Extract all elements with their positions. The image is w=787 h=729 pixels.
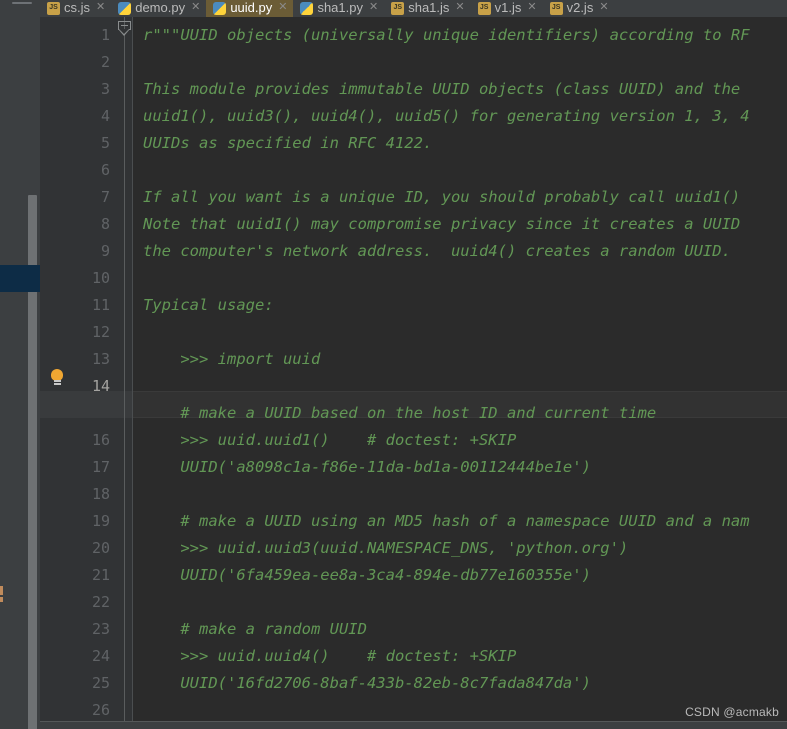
- code-line[interactable]: >>> uuid.uuid1() # doctest: +SKIP: [133, 427, 787, 454]
- code-line[interactable]: [133, 265, 787, 292]
- editor-tab-label: v2.js: [566, 0, 594, 15]
- tab-bar-left-gutter: [0, 0, 40, 17]
- code-line[interactable]: r"""UUID objects (universally unique ide…: [133, 22, 787, 49]
- code-line[interactable]: UUID('6fa459ea-ee8a-3ca4-894e-db77e16035…: [133, 562, 787, 589]
- code-line[interactable]: >>> uuid.uuid3(uuid.NAMESPACE_DNS, 'pyth…: [133, 535, 787, 562]
- javascript-file-icon: [47, 1, 60, 15]
- code-line[interactable]: UUIDs as specified in RFC 4122.: [133, 130, 787, 157]
- editor-tab-label: uuid.py: [230, 0, 273, 15]
- line-number[interactable]: 22: [40, 589, 132, 616]
- editor-tab-bar: cs.js✕demo.py✕uuid.py✕sha1.py✕sha1.js✕v1…: [0, 0, 787, 17]
- line-number[interactable]: 18: [40, 481, 132, 508]
- code-line[interactable]: [133, 373, 787, 400]
- line-number[interactable]: 5: [40, 130, 132, 157]
- line-number[interactable]: 26: [40, 697, 132, 722]
- line-number[interactable]: 20: [40, 535, 132, 562]
- line-number[interactable]: 23: [40, 616, 132, 643]
- code-text-area[interactable]: r"""UUID objects (universally unique ide…: [133, 17, 787, 722]
- editor-tab-sha1-js[interactable]: sha1.js ✕: [384, 0, 471, 17]
- close-icon[interactable]: ✕: [599, 1, 608, 14]
- editor-tab-label: v1.js: [494, 0, 522, 15]
- python-file-icon: [300, 2, 314, 15]
- ide-window: cs.js✕demo.py✕uuid.py✕sha1.py✕sha1.js✕v1…: [0, 0, 787, 729]
- editor-tab-label: demo.py: [135, 0, 186, 15]
- line-number[interactable]: 16: [40, 427, 132, 454]
- left-panel-change-marker: [0, 586, 3, 595]
- code-line[interactable]: Note that uuid1() may compromise privacy…: [133, 211, 787, 238]
- line-number[interactable]: 24: [40, 643, 132, 670]
- code-line[interactable]: # make a UUID using an MD5 hash of a nam…: [133, 508, 787, 535]
- javascript-file-icon: [549, 1, 563, 15]
- collapse-fold-icon[interactable]: [118, 21, 131, 36]
- lightbulb-icon[interactable]: [50, 369, 64, 386]
- line-number[interactable]: 25: [40, 670, 132, 697]
- line-number[interactable]: 3: [40, 76, 132, 103]
- line-number[interactable]: 9: [40, 238, 132, 265]
- close-icon[interactable]: ✕: [96, 1, 105, 14]
- editor-tab-label: cs.js: [64, 0, 90, 15]
- editor-tab-v2-js[interactable]: v2.js ✕: [542, 0, 615, 17]
- editor-tab-demo-py[interactable]: demo.py ✕: [111, 0, 207, 17]
- code-line[interactable]: [133, 481, 787, 508]
- close-icon[interactable]: ✕: [527, 1, 536, 14]
- editor-tab-uuid-py[interactable]: uuid.py ✕: [206, 0, 294, 17]
- code-line[interactable]: # make a UUID based on the host ID and c…: [133, 400, 787, 427]
- editor-tab-label: sha1.py: [317, 0, 363, 15]
- close-icon[interactable]: ✕: [455, 1, 464, 14]
- editor-tab-v1-js[interactable]: v1.js ✕: [470, 0, 543, 17]
- line-number[interactable]: 17: [40, 454, 132, 481]
- status-bar: [40, 722, 787, 729]
- editor-tab-cs-js[interactable]: cs.js ✕: [40, 0, 112, 17]
- watermark-label: CSDN @acmakb: [685, 705, 779, 719]
- code-line[interactable]: the computer's network address. uuid4() …: [133, 238, 787, 265]
- left-panel-change-marker: [0, 597, 3, 602]
- code-line[interactable]: UUID('a8098c1a-f86e-11da-bd1a-00112444be…: [133, 454, 787, 481]
- python-file-icon: [118, 2, 132, 15]
- javascript-file-icon: [477, 1, 491, 15]
- line-number[interactable]: 4: [40, 103, 132, 130]
- python-file-icon: [213, 2, 227, 15]
- line-number[interactable]: 6: [40, 157, 132, 184]
- line-number[interactable]: 7: [40, 184, 132, 211]
- close-icon[interactable]: ✕: [278, 1, 287, 14]
- code-line[interactable]: # make a random UUID: [133, 616, 787, 643]
- code-line[interactable]: >>> uuid.uuid4() # doctest: +SKIP: [133, 643, 787, 670]
- code-line[interactable]: >>> import uuid: [133, 346, 787, 373]
- code-line[interactable]: This module provides immutable UUID obje…: [133, 76, 787, 103]
- line-number[interactable]: 8: [40, 211, 132, 238]
- line-number[interactable]: 21: [40, 562, 132, 589]
- line-number[interactable]: 10: [40, 265, 132, 292]
- line-number[interactable]: 2: [40, 49, 132, 76]
- javascript-file-icon: [391, 1, 405, 15]
- left-tool-panel[interactable]: [0, 17, 40, 729]
- line-number[interactable]: 12: [40, 319, 132, 346]
- editor-tab-label: sha1.js: [408, 0, 450, 15]
- close-icon[interactable]: ✕: [191, 1, 200, 14]
- code-line[interactable]: [133, 157, 787, 184]
- code-folding-strip[interactable]: [124, 17, 125, 722]
- code-line[interactable]: uuid1(), uuid3(), uuid4(), uuid5() for g…: [133, 103, 787, 130]
- code-editor[interactable]: 1234567891011121314151617181920212223242…: [40, 17, 787, 722]
- editor-tab-sha1-py[interactable]: sha1.py ✕: [293, 0, 385, 17]
- code-line[interactable]: If all you want is a unique ID, you shou…: [133, 184, 787, 211]
- left-panel-selected-row[interactable]: [0, 265, 40, 292]
- line-number[interactable]: 11: [40, 292, 132, 319]
- code-line[interactable]: Typical usage:: [133, 292, 787, 319]
- code-line[interactable]: UUID('16fd2706-8baf-433b-82eb-8c7fada847…: [133, 670, 787, 697]
- line-number[interactable]: 19: [40, 508, 132, 535]
- code-line[interactable]: [133, 589, 787, 616]
- current-line-gutter-highlight: [40, 391, 133, 418]
- code-line[interactable]: [133, 319, 787, 346]
- close-icon[interactable]: ✕: [369, 1, 378, 14]
- code-line[interactable]: [133, 49, 787, 76]
